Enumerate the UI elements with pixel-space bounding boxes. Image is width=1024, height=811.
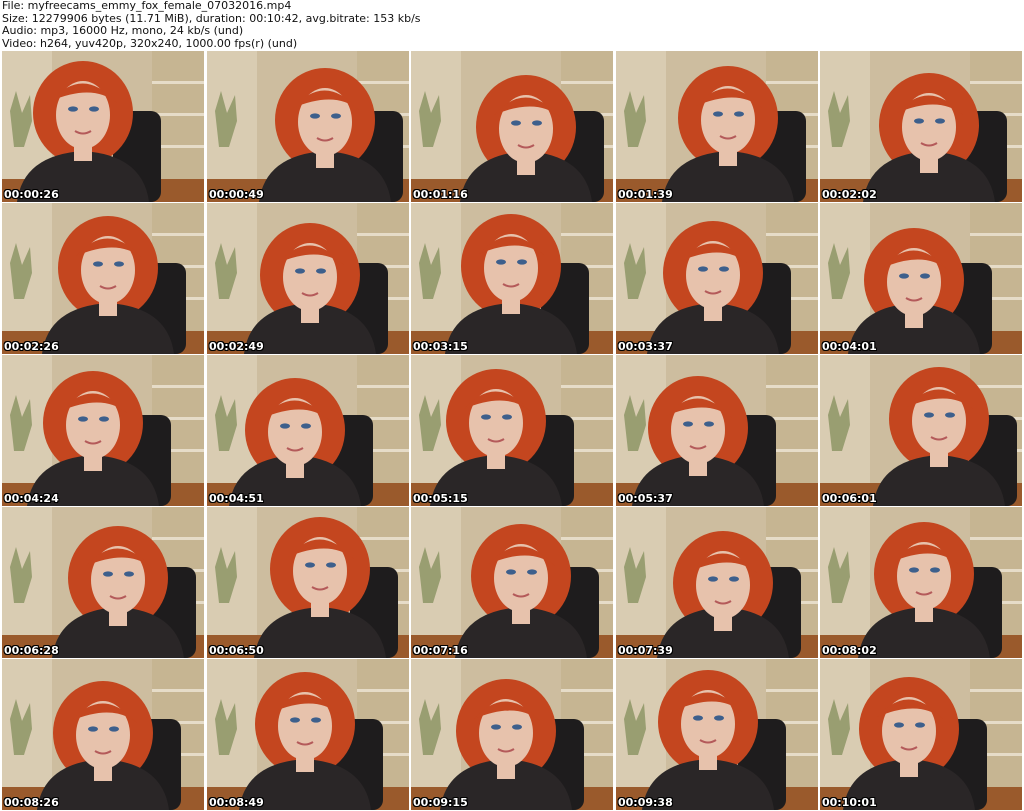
video-thumbnail: 00:08:02 <box>820 507 1022 658</box>
thumbnail-timestamp: 00:02:26 <box>4 340 59 353</box>
video-info-line: Video: h264, yuv420p, 320x240, 1000.00 f… <box>2 37 298 50</box>
thumbnail-frame-image <box>2 203 204 354</box>
thumbnail-timestamp: 00:01:16 <box>413 188 468 201</box>
thumbnail-frame-image <box>820 659 1022 810</box>
thumbnail-frame-image <box>2 51 204 202</box>
thumbnail-frame-image <box>411 51 613 202</box>
thumbnail-frame-image <box>411 507 613 658</box>
thumbnail-timestamp: 00:03:15 <box>413 340 468 353</box>
thumbnail-timestamp: 00:01:39 <box>618 188 673 201</box>
video-thumbnail: 00:03:15 <box>411 203 613 354</box>
video-thumbnail: 00:04:24 <box>2 355 204 506</box>
video-thumbnail: 00:04:01 <box>820 203 1022 354</box>
thumbnail-grid: 00:00:26 00:00:49 00:01:16 00:01:39 00:0… <box>0 51 1024 811</box>
video-thumbnail: 00:09:15 <box>411 659 613 810</box>
file-name-line: File: myfreecams_emmy_fox_female_0703201… <box>2 0 292 12</box>
thumbnail-frame-image <box>616 51 818 202</box>
file-info-header: File: myfreecams_emmy_fox_female_0703201… <box>2 0 1022 50</box>
thumbnail-frame-image <box>207 659 409 810</box>
thumbnail-frame-image <box>207 355 409 506</box>
thumbnail-frame-image <box>411 659 613 810</box>
thumbnail-timestamp: 00:08:02 <box>822 644 877 657</box>
video-thumbnail: 00:02:49 <box>207 203 409 354</box>
video-thumbnail: 00:06:50 <box>207 507 409 658</box>
thumbnail-timestamp: 00:06:28 <box>4 644 59 657</box>
video-thumbnail: 00:00:26 <box>2 51 204 202</box>
thumbnail-timestamp: 00:04:01 <box>822 340 877 353</box>
file-size-line: Size: 12279906 bytes (11.71 MiB), durati… <box>2 12 421 25</box>
video-thumbnail: 00:06:01 <box>820 355 1022 506</box>
video-thumbnail: 00:10:01 <box>820 659 1022 810</box>
thumbnail-frame-image <box>2 507 204 658</box>
thumbnail-timestamp: 00:00:49 <box>209 188 264 201</box>
video-thumbnail: 00:02:26 <box>2 203 204 354</box>
thumbnail-timestamp: 00:06:50 <box>209 644 264 657</box>
thumbnail-frame-image <box>616 659 818 810</box>
thumbnail-frame-image <box>2 659 204 810</box>
thumbnail-timestamp: 00:04:51 <box>209 492 264 505</box>
thumbnail-timestamp: 00:02:02 <box>822 188 877 201</box>
video-thumbnail: 00:01:16 <box>411 51 613 202</box>
thumbnail-frame-image <box>2 355 204 506</box>
thumbnail-timestamp: 00:08:49 <box>209 796 264 809</box>
thumbnail-timestamp: 00:07:16 <box>413 644 468 657</box>
thumbnail-timestamp: 00:10:01 <box>822 796 877 809</box>
thumbnail-frame-image <box>411 203 613 354</box>
video-thumbnail: 00:05:37 <box>616 355 818 506</box>
thumbnail-timestamp: 00:05:37 <box>618 492 673 505</box>
video-thumbnail: 00:03:37 <box>616 203 818 354</box>
thumbnail-timestamp: 00:00:26 <box>4 188 59 201</box>
thumbnail-timestamp: 00:05:15 <box>413 492 468 505</box>
thumbnail-frame-image <box>820 507 1022 658</box>
thumbnail-timestamp: 00:06:01 <box>822 492 877 505</box>
thumbnail-timestamp: 00:09:15 <box>413 796 468 809</box>
thumbnail-timestamp: 00:03:37 <box>618 340 673 353</box>
video-thumbnail: 00:08:49 <box>207 659 409 810</box>
thumbnail-timestamp: 00:09:38 <box>618 796 673 809</box>
thumbnail-timestamp: 00:08:26 <box>4 796 59 809</box>
audio-info-line: Audio: mp3, 16000 Hz, mono, 24 kb/s (und… <box>2 25 244 37</box>
thumbnail-frame-image <box>411 355 613 506</box>
thumbnail-frame-image <box>820 203 1022 354</box>
thumbnail-frame-image <box>820 51 1022 202</box>
video-thumbnail: 00:08:26 <box>2 659 204 810</box>
thumbnail-frame-image <box>207 507 409 658</box>
video-thumbnail: 00:09:38 <box>616 659 818 810</box>
thumbnail-frame-image <box>207 51 409 202</box>
thumbnail-timestamp: 00:02:49 <box>209 340 264 353</box>
thumbnail-timestamp: 00:04:24 <box>4 492 59 505</box>
video-thumbnail: 00:05:15 <box>411 355 613 506</box>
video-thumbnail: 00:00:49 <box>207 51 409 202</box>
video-thumbnail: 00:04:51 <box>207 355 409 506</box>
thumbnail-frame-image <box>820 355 1022 506</box>
video-thumbnail: 00:07:16 <box>411 507 613 658</box>
video-thumbnail: 00:01:39 <box>616 51 818 202</box>
thumbnail-frame-image <box>207 203 409 354</box>
video-thumbnail: 00:07:39 <box>616 507 818 658</box>
video-thumbnail: 00:02:02 <box>820 51 1022 202</box>
video-thumbnail: 00:06:28 <box>2 507 204 658</box>
thumbnail-frame-image <box>616 507 818 658</box>
thumbnail-timestamp: 00:07:39 <box>618 644 673 657</box>
thumbnail-frame-image <box>616 203 818 354</box>
thumbnail-frame-image <box>616 355 818 506</box>
